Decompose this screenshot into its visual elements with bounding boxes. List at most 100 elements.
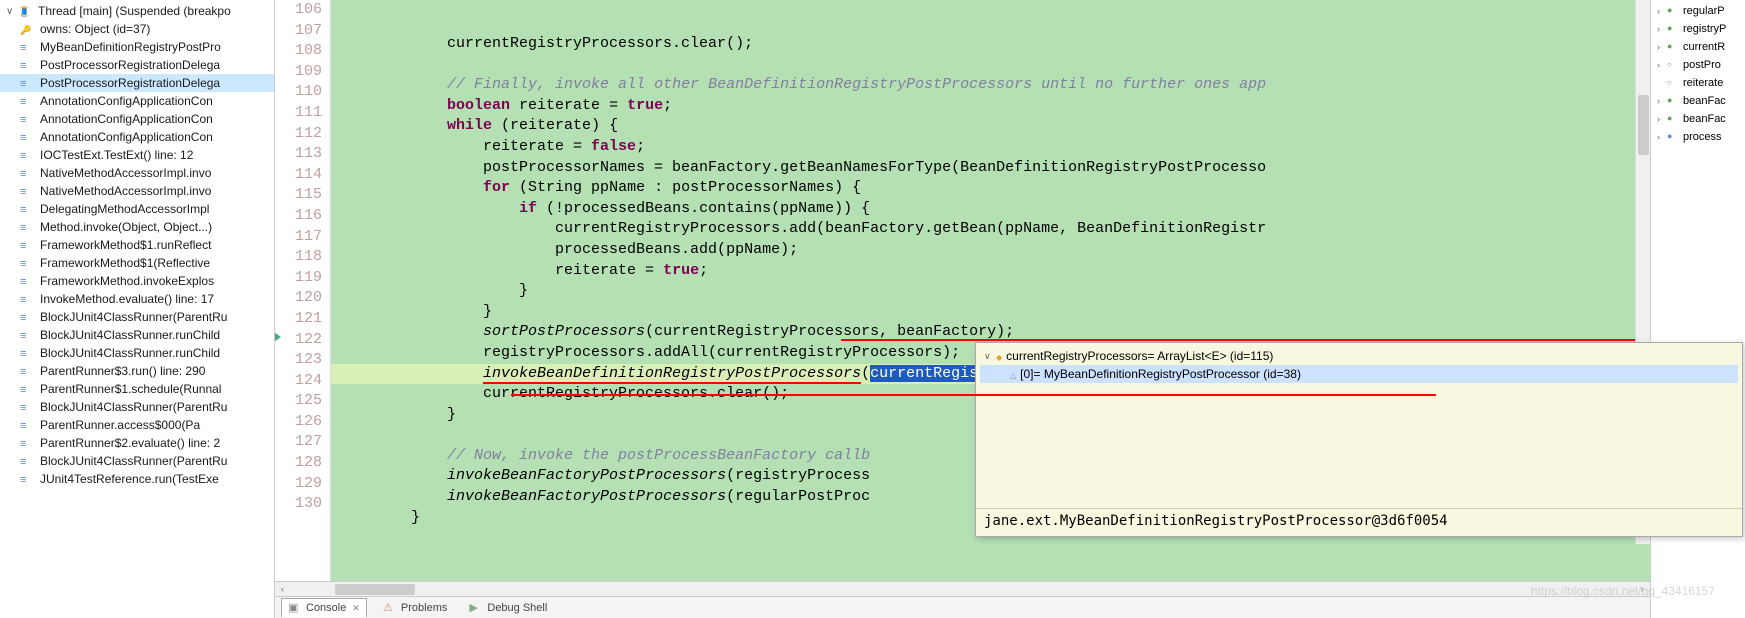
code-line[interactable]: processedBeans.add(ppName); [331,240,1650,261]
stack-frame[interactable]: AnnotationConfigApplicationCon [0,92,274,110]
stack-frame[interactable]: BlockJUnit4ClassRunner.runChild [0,326,274,344]
code-line[interactable]: reiterate = false; [331,137,1650,158]
line-number[interactable]: 126 [275,412,322,433]
stack-frame[interactable]: FrameworkMethod.invokeExplos [0,272,274,290]
code-line[interactable] [331,55,1650,76]
line-number[interactable]: 112 [275,124,322,145]
code-line[interactable]: // Finally, invoke all other BeanDefinit… [331,75,1650,96]
code-line[interactable]: currentRegistryProcessors.clear(); [331,34,1650,55]
tab-problems[interactable]: Problems [377,599,453,617]
stack-frame[interactable]: FrameworkMethod$1.runReflect [0,236,274,254]
stack-frame-label: BlockJUnit4ClassRunner(ParentRu [40,400,227,414]
stack-frame[interactable]: AnnotationConfigApplicationCon [0,110,274,128]
vertical-scroll-thumb[interactable] [1638,95,1649,155]
thread-node[interactable]: ∨ Thread [main] (Suspended (breakpo [0,2,274,20]
line-number[interactable]: 121 [275,309,322,330]
line-number[interactable]: 128 [275,453,322,474]
method-icon [1667,130,1681,144]
stack-frame[interactable]: MyBeanDefinitionRegistryPostPro [0,38,274,56]
stack-frame[interactable]: BlockJUnit4ClassRunner.runChild [0,344,274,362]
horizontal-scrollbar[interactable]: ‹ › [275,581,1650,596]
code-line[interactable]: } [331,281,1650,302]
tab-debug-shell[interactable]: Debug Shell [463,599,553,617]
stack-frame-icon [20,202,36,216]
horizontal-scroll-thumb[interactable] [335,584,415,595]
line-number[interactable]: 108 [275,41,322,62]
line-number[interactable]: 109 [275,62,322,83]
outline-item[interactable]: ›beanFac [1651,92,1745,110]
line-number[interactable]: 123 [275,350,322,371]
line-number[interactable]: 107 [275,21,322,42]
outline-item[interactable]: ›currentR [1651,38,1745,56]
outline-item[interactable]: reiterate [1651,74,1745,92]
line-number[interactable]: 130 [275,494,322,515]
line-number[interactable]: 115 [275,185,322,206]
line-number[interactable]: 117 [275,227,322,248]
outline-item[interactable]: ›regularP [1651,2,1745,20]
code-line[interactable]: while (reiterate) { [331,116,1650,137]
stack-frame[interactable]: JUnit4TestReference.run(TestExe [0,470,274,488]
stack-frame[interactable]: ParentRunner$1.schedule(Runnal [0,380,274,398]
stack-frame[interactable]: ParentRunner$3.run() line: 290 [0,362,274,380]
line-number[interactable]: 124 [275,371,322,392]
popup-element-row[interactable]: [0]= MyBeanDefinitionRegistryPostProcess… [980,365,1738,383]
stack-frame-label: BlockJUnit4ClassRunner.runChild [40,346,220,360]
field-icon [1667,112,1681,126]
line-number-gutter[interactable]: 1061071081091101111121131141151161171181… [275,0,331,581]
outline-label: reiterate [1683,77,1723,89]
line-number[interactable]: 116 [275,206,322,227]
stack-frame[interactable]: FrameworkMethod$1(Reflective [0,254,274,272]
stack-frame[interactable]: NativeMethodAccessorImpl.invo [0,182,274,200]
code-line[interactable]: reiterate = true; [331,261,1650,282]
stack-frame-icon [20,256,36,270]
stack-frame[interactable]: PostProcessorRegistrationDelega [0,56,274,74]
scroll-left-icon[interactable]: ‹ [275,582,290,597]
stack-frame[interactable]: BlockJUnit4ClassRunner(ParentRu [0,398,274,416]
stack-frame-icon [20,436,36,450]
close-icon[interactable]: ✕ [352,603,360,614]
stack-frame[interactable]: Method.invoke(Object, Object...) [0,218,274,236]
debug-stack-panel[interactable]: ∨ Thread [main] (Suspended (breakpo owns… [0,0,275,618]
line-number[interactable]: 125 [275,391,322,412]
stack-frame[interactable]: IOCTestExt.TestExt() line: 12 [0,146,274,164]
code-line[interactable]: } [331,302,1650,323]
owns-node[interactable]: owns: Object (id=37) [0,20,274,38]
outline-item[interactable]: ›postPro [1651,56,1745,74]
outline-item[interactable]: ›registryP [1651,20,1745,38]
stack-frame[interactable]: PostProcessorRegistrationDelega [0,74,274,92]
stack-frame[interactable]: ParentRunner.access$000(Pa [0,416,274,434]
stack-frame-label: Method.invoke(Object, Object...) [40,220,212,234]
stack-frame[interactable]: BlockJUnit4ClassRunner(ParentRu [0,452,274,470]
code-line[interactable]: boolean reiterate = true; [331,96,1650,117]
popup-tree[interactable]: ∨ currentRegistryProcessors= ArrayList<E… [976,343,1742,508]
line-number[interactable]: 113 [275,144,322,165]
line-number[interactable]: 106 [275,0,322,21]
line-number[interactable]: 111 [275,103,322,124]
code-line[interactable]: if (!processedBeans.contains(ppName)) { [331,199,1650,220]
stack-frame[interactable]: InvokeMethod.evaluate() line: 17 [0,290,274,308]
line-number[interactable]: 120 [275,288,322,309]
line-number[interactable]: 110 [275,82,322,103]
line-number[interactable]: 127 [275,432,322,453]
stack-frame[interactable]: DelegatingMethodAccessorImpl [0,200,274,218]
popup-variable-row[interactable]: ∨ currentRegistryProcessors= ArrayList<E… [980,347,1738,365]
outline-item[interactable]: ›beanFac [1651,110,1745,128]
tab-console[interactable]: Console ✕ [281,598,367,617]
stack-frame[interactable]: ParentRunner$2.evaluate() line: 2 [0,434,274,452]
line-number[interactable]: 119 [275,268,322,289]
stack-frame[interactable]: NativeMethodAccessorImpl.invo [0,164,274,182]
stack-frame-label: MyBeanDefinitionRegistryPostPro [40,40,221,54]
line-number[interactable]: 129 [275,474,322,495]
line-number[interactable]: 122 [275,330,322,351]
outline-item[interactable]: ›process [1651,128,1745,146]
annotation-underline [841,339,1650,341]
stack-frame[interactable]: AnnotationConfigApplicationCon [0,128,274,146]
line-number[interactable]: 118 [275,247,322,268]
variable-hover-popup[interactable]: ∨ currentRegistryProcessors= ArrayList<E… [975,342,1743,537]
code-line[interactable]: for (String ppName : postProcessorNames)… [331,178,1650,199]
code-line[interactable]: postProcessorNames = beanFactory.getBean… [331,158,1650,179]
localvar-icon [1667,58,1681,72]
code-line[interactable]: currentRegistryProcessors.add(beanFactor… [331,219,1650,240]
line-number[interactable]: 114 [275,165,322,186]
stack-frame[interactable]: BlockJUnit4ClassRunner(ParentRu [0,308,274,326]
